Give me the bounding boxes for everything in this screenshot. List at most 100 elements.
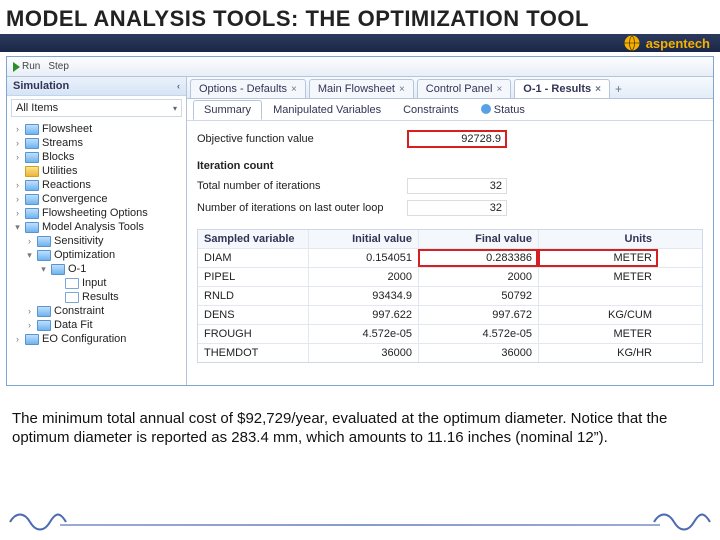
tree-item-input[interactable]: Input [9,276,184,290]
total-iter-label: Total number of iterations [197,180,407,192]
table-row: THEMDOT3600036000KG/HR [198,343,702,362]
ornament-right-icon [652,511,712,536]
run-label: Run [22,61,40,72]
tree-item-data-fit[interactable]: ›Data Fit [9,318,184,332]
tree-item-streams[interactable]: ›Streams [9,136,184,150]
quick-toolbar: Run Step [7,57,713,77]
collapse-icon[interactable]: ‹ [177,81,180,91]
tab-label: Options - Defaults [199,83,287,95]
expand-icon[interactable]: › [13,124,22,134]
tree-item-flowsheet[interactable]: ›Flowsheet [9,122,184,136]
all-items-dropdown[interactable]: All Items ▾ [11,99,182,117]
expand-icon[interactable]: › [13,180,22,190]
app-window: Run Step Simulation ‹ All Items ▾ ›Flows… [6,56,714,386]
final-value-cell: 0.283386 [418,249,538,267]
folder-icon [25,124,39,135]
expand-icon[interactable]: › [25,320,34,330]
title-bar: aspentech [0,34,720,52]
tab-main-flowsheet[interactable]: Main Flowsheet× [309,79,414,98]
units-cell: METER [538,249,658,267]
tree-item-label: Constraint [54,305,104,317]
folder-icon [25,194,39,205]
expand-icon[interactable]: › [13,334,22,344]
tree-item-blocks[interactable]: › Blocks [9,150,184,164]
final-value-cell: 50792 [418,287,538,305]
tree-item-label: Optimization [54,249,115,261]
initial-value-cell: 36000 [308,344,418,362]
expand-icon[interactable]: › [13,194,22,204]
tree-item-constraint[interactable]: › Constraint [9,304,184,318]
tree-item-model-analysis-tools[interactable]: ▾Model Analysis Tools [9,220,184,234]
initial-value-cell: 0.154051 [308,249,418,267]
step-label: Step [48,61,69,72]
tree-item-sensitivity[interactable]: ›Sensitivity [9,234,184,248]
status-icon [481,104,491,114]
sidebar-heading-label: Simulation [13,80,69,92]
main-pane: Options - Defaults×Main Flowsheet×Contro… [187,77,713,385]
subtab-label: Constraints [403,104,459,116]
sidebar-heading[interactable]: Simulation ‹ [7,77,186,96]
var-name-cell: FROUGH [198,325,308,343]
tab-control-panel[interactable]: Control Panel× [417,79,512,98]
tree-item-results[interactable]: Results [9,290,184,304]
initial-value-cell: 4.572e-05 [308,325,418,343]
tree-item-optimization[interactable]: ▾ Optimization [9,248,184,262]
add-tab-button[interactable]: + [610,80,627,98]
expand-icon[interactable]: › [13,208,22,218]
folder-icon [37,320,51,331]
total-iter-value: 32 [407,178,507,194]
tree-item-label: Convergence [42,193,107,205]
subtab-manipulated-variables[interactable]: Manipulated Variables [262,100,392,120]
var-name-cell: RNLD [198,287,308,305]
units-cell: KG/CUM [538,306,658,324]
expand-icon[interactable]: ▾ [39,264,48,275]
table-row: DENS997.622997.672KG/CUM [198,305,702,324]
close-icon[interactable]: × [595,84,601,95]
close-icon[interactable]: × [399,84,405,95]
var-name-cell: DIAM [198,249,308,267]
document-tabs: Options - Defaults×Main Flowsheet×Contro… [187,77,713,99]
expand-icon[interactable]: › [25,306,34,316]
subtab-label: Status [494,104,525,116]
tree-item-label: Input [82,277,106,289]
folder-icon [51,264,65,275]
tree-item-reactions[interactable]: ›Reactions [9,178,184,192]
navigation-sidebar: Simulation ‹ All Items ▾ ›Flowsheet›Stre… [7,77,187,385]
units-cell [538,287,658,305]
expand-icon[interactable]: ▾ [13,222,22,233]
expand-icon[interactable]: › [13,152,22,162]
sampled-variables-table: Sampled variableInitial valueFinal value… [197,229,703,363]
iteration-heading: Iteration count [197,160,407,172]
initial-value-cell: 93434.9 [308,287,418,305]
expand-icon[interactable]: ▾ [25,250,34,261]
close-icon[interactable]: × [496,84,502,95]
expand-icon[interactable]: › [25,236,34,246]
tree-item-label: Utilities [42,165,77,177]
folder-icon [25,334,39,345]
outer-iter-label: Number of iterations on last outer loop [197,202,407,214]
tree-item-o-1[interactable]: ▾O-1 [9,262,184,276]
tab-options-defaults[interactable]: Options - Defaults × [190,79,306,98]
nav-tree: ›Flowsheet›Streams›BlocksUtilities›React… [7,120,186,385]
aspentech-logo: aspentech [622,33,710,53]
initial-value-cell: 2000 [308,268,418,286]
units-cell: METER [538,268,658,286]
tree-item-eo-configuration[interactable]: ›EO Configuration [9,332,184,346]
subtab-summary[interactable]: Summary [193,100,262,120]
step-button[interactable]: Step [48,61,69,72]
folder-icon [25,166,39,177]
var-name-cell: PIPEL [198,268,308,286]
folder-icon [25,152,39,163]
page-icon [65,292,79,303]
tree-item-flowsheeting-options[interactable]: ›Flowsheeting Options [9,206,184,220]
expand-icon[interactable]: › [13,138,22,148]
folder-icon [25,180,39,191]
subtab-constraints[interactable]: Constraints [392,100,470,120]
tree-item-label: Blocks [42,151,74,163]
close-icon[interactable]: × [291,84,297,95]
subtab-status[interactable]: Status [470,100,536,120]
run-button[interactable]: Run [13,61,40,72]
tab-o-1-results[interactable]: O-1 - Results× [514,79,610,98]
tree-item-convergence[interactable]: › Convergence [9,192,184,206]
tree-item-utilities[interactable]: Utilities [9,164,184,178]
